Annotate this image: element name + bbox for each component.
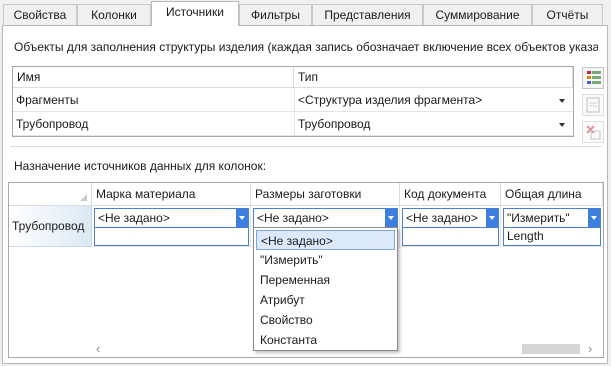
table-row-name[interactable]: Фрагменты [13, 89, 294, 112]
material-source-select[interactable]: <Не задано> [94, 208, 249, 228]
table-row-type-select[interactable]: Трубопровод [294, 112, 573, 136]
delete-source-icon [586, 125, 601, 140]
scroll-left-icon[interactable]: ‹ [96, 341, 100, 356]
dropdown-option-variable[interactable]: Переменная [256, 270, 395, 290]
add-source-button[interactable] [582, 67, 604, 89]
chevron-down-icon[interactable] [486, 209, 498, 227]
tab-reports[interactable]: Отчёты [532, 4, 603, 25]
doc-code-source-select[interactable]: <Не задано> [402, 208, 499, 228]
source-type-dropdown[interactable]: <Не задано> "Измерить" Переменная Атрибу… [253, 227, 398, 351]
column-header-name[interactable]: Имя [13, 67, 294, 88]
dropdown-option-constant[interactable]: Константа [256, 330, 395, 350]
blank-size-source-select[interactable]: <Не задано> [253, 208, 398, 228]
select-all-icon[interactable] [80, 194, 87, 201]
mapping-label: Назначение источников данных для колонок… [14, 159, 267, 173]
column-header-type[interactable]: Тип [294, 67, 573, 88]
dropdown-option-property[interactable]: Свойство [256, 310, 395, 330]
type-value: Трубопровод [298, 117, 371, 131]
tab-views[interactable]: Представления [312, 4, 423, 25]
table-row-name[interactable]: Трубопровод [13, 112, 294, 136]
doc-code-param-field[interactable] [402, 228, 499, 246]
scrollbar-thumb[interactable] [522, 344, 580, 354]
total-length-property-field[interactable]: Length [503, 228, 601, 246]
tab-summation[interactable]: Суммирование [423, 4, 532, 25]
dropdown-option-measure[interactable]: "Измерить" [256, 250, 395, 270]
objects-description: Объекты для заполнения структуры изделия… [14, 40, 598, 54]
dropdown-option-not-set[interactable]: <Не задано> [256, 230, 395, 250]
column-header-blank-size[interactable]: Размеры заготовки [251, 183, 400, 206]
chevron-down-icon[interactable] [588, 209, 600, 227]
table-row-type-select[interactable]: <Структура изделия фрагмента> [294, 89, 573, 112]
edit-source-button[interactable] [582, 94, 604, 116]
total-length-source-value: "Измерить" [507, 211, 570, 225]
chevron-down-icon[interactable] [236, 209, 248, 227]
delete-source-button[interactable] [582, 121, 604, 143]
chevron-down-icon[interactable] [385, 209, 397, 227]
blank-size-source-value: <Не задано> [257, 211, 329, 225]
edit-source-icon [586, 97, 600, 113]
tab-sources[interactable]: Источники [151, 1, 239, 26]
section-divider [10, 146, 602, 147]
column-header-doc-code[interactable]: Код документа [400, 183, 501, 206]
type-value: <Структура изделия фрагмента> [298, 93, 483, 107]
tab-filters[interactable]: Фильтры [239, 4, 312, 25]
dropdown-option-attribute[interactable]: Атрибут [256, 290, 395, 310]
doc-code-source-value: <Не задано> [406, 211, 478, 225]
total-length-source-select[interactable]: "Измерить" [503, 208, 601, 228]
chevron-down-icon[interactable] [559, 99, 565, 103]
tab-properties[interactable]: Свойства [3, 4, 77, 25]
material-source-value: <Не задано> [98, 211, 170, 225]
objects-table: Имя Тип Фрагменты <Структура изделия фра… [12, 66, 574, 137]
row-header-pipeline[interactable]: Трубопровод [9, 206, 92, 247]
material-param-field[interactable] [94, 228, 249, 246]
column-header-total-length[interactable]: Общая длина [501, 183, 603, 206]
grid-corner [9, 183, 92, 206]
chevron-down-icon[interactable] [559, 123, 565, 127]
add-source-icon [587, 71, 601, 84]
column-header-material[interactable]: Марка материала [92, 183, 251, 206]
scroll-right-icon[interactable]: › [588, 341, 592, 356]
tab-columns[interactable]: Колонки [77, 4, 151, 25]
